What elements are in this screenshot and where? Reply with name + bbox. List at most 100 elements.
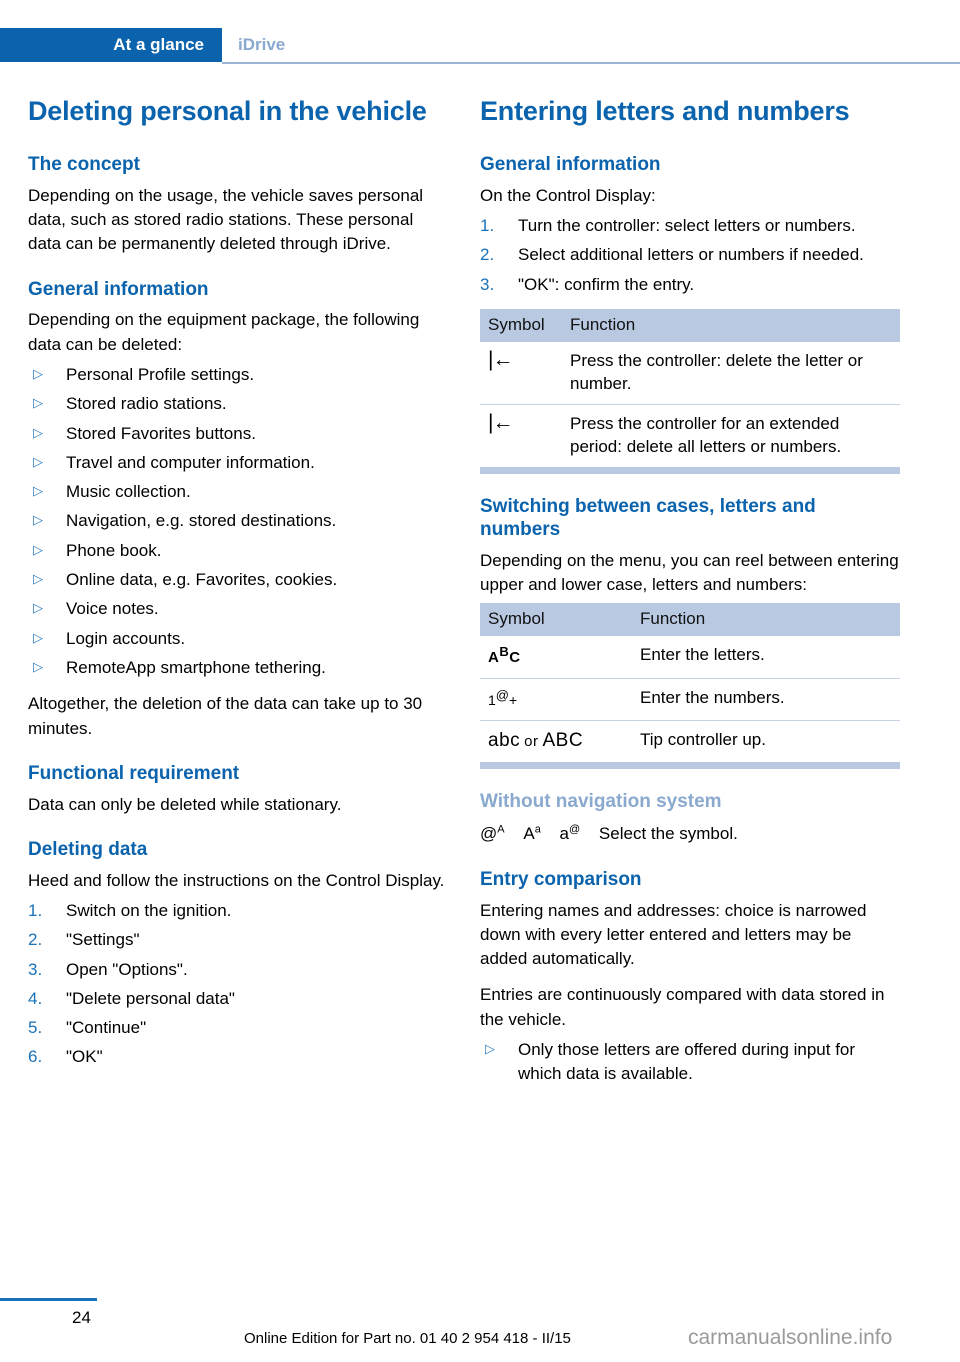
numbers-glyph: 1@+ xyxy=(488,686,518,708)
list-item: ▷ Login accounts. xyxy=(28,627,448,651)
column-header-symbol: Symbol xyxy=(480,308,562,342)
heading-functional-requirement: Functional requirement xyxy=(28,762,240,784)
right-page-title: Entering letters and numbers xyxy=(480,96,850,126)
list-item: ▷ Travel and computer information. xyxy=(28,451,448,475)
table-cell-function: Press the controller: delete the letter … xyxy=(570,350,863,393)
case-toggle-glyph: abc or ABC xyxy=(488,729,584,751)
without-nav-caption: Select the symbol. xyxy=(598,824,738,844)
paragraph-switching-cases: Depending on the menu, you can reel betw… xyxy=(480,550,899,595)
step-label: "OK" xyxy=(66,1047,103,1067)
triangle-bullet-icon: ▷ xyxy=(33,658,43,674)
list-item: 5. "Continue" xyxy=(28,1016,448,1040)
lowercase-at-icon: a@ xyxy=(559,823,581,844)
heading-entry-comparison: Entry comparison xyxy=(480,868,642,890)
step-number: 2. xyxy=(480,245,495,265)
page-header: At a glance iDrive xyxy=(0,28,960,64)
at-uppercase-icon: @A xyxy=(480,823,505,844)
page-number: 24 xyxy=(72,1308,91,1327)
step-label: Open "Options". xyxy=(66,959,188,979)
table-row: abc or ABC Tip controller up. xyxy=(480,719,900,763)
list-item: 6. "OK" xyxy=(28,1045,448,1069)
step-number: 3. xyxy=(480,274,495,294)
step-number: 1. xyxy=(28,900,43,920)
entering-steps: 1. Turn the controller: select letters o… xyxy=(480,214,900,297)
deletable-data-list: ▷ Personal Profile settings. ▷ Stored ra… xyxy=(28,363,448,680)
edition-note: Online Edition for Part no. 01 40 2 954 … xyxy=(244,1330,571,1347)
paragraph-deletion-duration: Altogether, the deletion of the data can… xyxy=(28,694,423,738)
site-watermark: carmanualsonline.info xyxy=(688,1326,893,1349)
backspace-icon: |← xyxy=(480,404,562,468)
list-item: 3. Open "Options". xyxy=(28,958,448,982)
list-item: ▷ Online data, e.g. Favorites, cookies. xyxy=(28,568,448,592)
step-number: 5. xyxy=(28,1018,43,1038)
list-item: ▷ RemoteApp smartphone tethering. xyxy=(28,656,448,680)
without-nav-symbol-row: @A Aa a@ Select the symbol. xyxy=(480,821,900,847)
left-page-title: Deleting personal in the vehicle xyxy=(28,96,427,126)
triangle-bullet-icon: ▷ xyxy=(485,1041,495,1057)
table-row: 1@+ Enter the numbers. xyxy=(480,677,900,721)
entry-comparison-list: ▷ Only those letters are offered during … xyxy=(480,1038,900,1087)
heading-general-information-right: General information xyxy=(480,153,661,175)
list-item-label: Travel and computer information. xyxy=(66,452,315,472)
abc-letters-icon: ABC xyxy=(480,636,632,678)
paragraph-general-information: Depending on the equipment package, the … xyxy=(28,310,420,354)
list-item: ▷ Phone book. xyxy=(28,539,448,563)
list-item-label: RemoteApp smartphone tethering. xyxy=(66,657,326,677)
list-item: 1. Turn the controller: select letters o… xyxy=(480,214,900,238)
step-label: "OK": confirm the entry. xyxy=(518,274,695,294)
paragraph-entry-comparison-1: Entering names and addresses: choice is … xyxy=(480,900,867,969)
triangle-bullet-icon: ▷ xyxy=(33,571,43,587)
step-label: "Settings" xyxy=(66,930,140,950)
list-item: 3. "OK": confirm the entry. xyxy=(480,273,900,297)
switching-symbol-table: Symbol Function ABC Enter the letters. 1… xyxy=(480,603,900,770)
list-item-label: Login accounts. xyxy=(66,628,186,648)
step-number: 2. xyxy=(28,930,43,950)
step-number: 1. xyxy=(480,215,495,235)
footer-divider xyxy=(0,1298,97,1301)
list-item-label: Only those letters are offered during in… xyxy=(518,1040,856,1084)
table-row: |← Press the controller: delete the lett… xyxy=(480,342,900,405)
column-header-function: Function xyxy=(562,308,900,342)
list-item: ▷ Only those letters are offered during … xyxy=(480,1038,900,1087)
list-item-label: Stored Favorites buttons. xyxy=(66,423,256,443)
list-item: 1. Switch on the ignition. xyxy=(28,899,448,923)
paragraph-the-concept: Depending on the usage, the vehicle save… xyxy=(28,185,424,254)
deleting-data-steps: 1. Switch on the ignition. 2. "Settings"… xyxy=(28,899,448,1070)
step-label: Switch on the ignition. xyxy=(66,900,232,920)
table-footer-rule xyxy=(480,467,900,475)
triangle-bullet-icon: ▷ xyxy=(33,395,43,411)
table-header-row: Symbol Function xyxy=(480,603,900,637)
triangle-bullet-icon: ▷ xyxy=(33,453,43,469)
table-bottom-bar xyxy=(480,762,900,770)
list-item-label: Navigation, e.g. stored destinations. xyxy=(66,511,337,531)
triangle-bullet-icon: ▷ xyxy=(33,541,43,557)
triangle-bullet-icon: ▷ xyxy=(33,365,43,381)
step-label: Select additional letters or numbers if … xyxy=(518,245,864,265)
table-cell-function: Tip controller up. xyxy=(632,719,900,763)
list-item: 4. "Delete personal data" xyxy=(28,987,448,1011)
delete-symbol-table: Symbol Function |← Press the controller:… xyxy=(480,308,900,475)
page-footer: 24 Online Edition for Part no. 01 40 2 9… xyxy=(0,1290,960,1362)
step-number: 3. xyxy=(28,959,43,979)
triangle-bullet-icon: ▷ xyxy=(33,629,43,645)
heading-deleting-data: Deleting data xyxy=(28,838,148,860)
paragraph-entry-comparison-2: Entries are continuously compared with d… xyxy=(480,985,885,1029)
list-item-label: Voice notes. xyxy=(66,599,159,619)
step-number: 4. xyxy=(28,988,43,1008)
table-cell-function: Enter the letters. xyxy=(640,645,765,665)
heading-the-concept: The concept xyxy=(28,153,140,175)
step-label: Turn the controller: select letters or n… xyxy=(518,215,856,235)
left-column: Deleting personal in the vehicle The con… xyxy=(28,96,448,1082)
list-item: ▷ Stored Favorites buttons. xyxy=(28,422,448,446)
list-item-label: Personal Profile settings. xyxy=(66,364,255,384)
table-header-row: Symbol Function xyxy=(480,308,900,342)
step-number: 6. xyxy=(28,1047,43,1067)
heading-without-navigation-system: Without navigation system xyxy=(480,791,722,813)
backspace-glyph: |← xyxy=(488,347,513,371)
step-label: "Delete personal data" xyxy=(66,988,235,1008)
numbers-icon: 1@+ xyxy=(480,677,632,721)
uppercase-lowercase-icon: Aa xyxy=(523,823,541,844)
table-footer-rule xyxy=(480,762,900,770)
paragraph-on-control-display: On the Control Display: xyxy=(480,185,656,205)
backspace-glyph: |← xyxy=(488,411,513,435)
